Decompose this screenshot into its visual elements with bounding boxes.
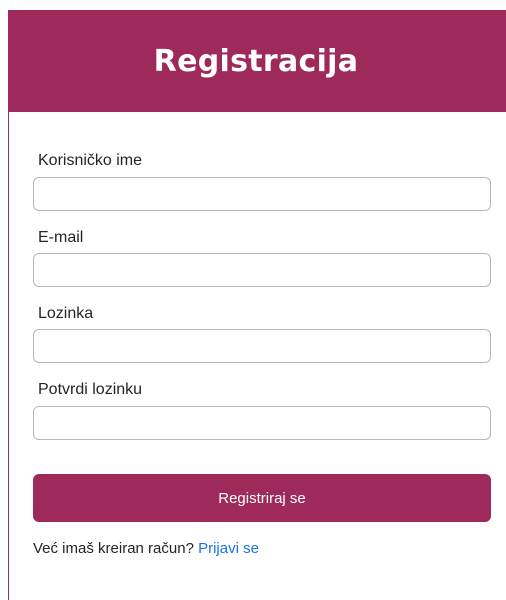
confirm-password-input[interactable] [33,406,491,440]
page-title: Registracija [153,43,359,79]
password-input[interactable] [33,329,491,363]
email-label: E-mail [38,229,84,246]
login-prompt-text: Već imaš kreiran račun? [33,540,194,557]
confirm-password-label: Potvrdi lozinku [38,381,143,398]
registration-card: Registracija Korisničko ime E-mail Lozin… [8,10,506,600]
username-label: Korisničko ime [38,152,143,169]
login-link[interactable]: Prijavi se [198,540,259,557]
card-header: Registracija [9,10,506,112]
email-input[interactable] [33,253,491,287]
username-input[interactable] [33,177,491,211]
password-label: Lozinka [38,305,94,322]
register-button[interactable]: Registriraj se [33,474,491,522]
login-prompt: Već imaš kreiran račun? Prijavi se [33,540,259,557]
